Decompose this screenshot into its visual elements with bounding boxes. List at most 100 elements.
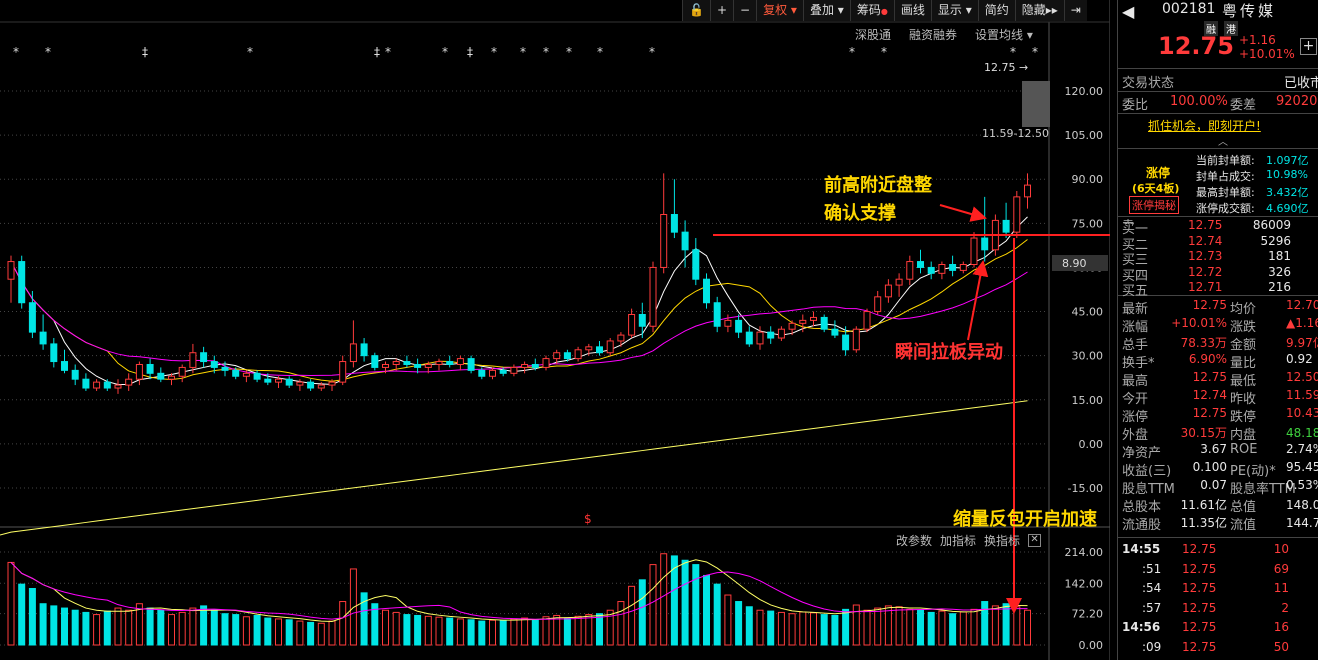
event-marker[interactable]: ‡: [142, 45, 148, 59]
volume-bar: [189, 607, 197, 646]
hide-button[interactable]: 隐藏▸▸: [1014, 0, 1064, 21]
tick-volume: 50: [1273, 639, 1289, 654]
volume-bar: [232, 614, 240, 646]
display-button[interactable]: 显示 ▾: [930, 0, 978, 21]
edit-params-button[interactable]: 改参数: [896, 532, 932, 549]
volume-bar: [221, 613, 229, 646]
price-axis-label: 120.00: [1065, 85, 1104, 98]
volume-bar: [339, 601, 347, 646]
bid-level-volume: 86009: [1252, 218, 1291, 232]
kline-chart-area[interactable]: 120.00105.0090.0075.0060.0045.0030.0015.…: [0, 0, 1110, 660]
volume-bar: [456, 618, 464, 646]
tick-price: 12.75: [1182, 639, 1217, 654]
bid-level-price: 12.73: [1188, 249, 1223, 263]
event-marker[interactable]: *: [649, 45, 655, 59]
stat-label: 昨收: [1230, 392, 1257, 407]
stat-label: 均价: [1230, 302, 1257, 317]
quote-panel: ◀ 002181 粤传媒 融 港 12.75 +1.16 +10.01% + 交…: [1117, 0, 1318, 660]
candle-body: [735, 319, 743, 333]
candle-body: [28, 302, 36, 333]
volume-bar: [553, 614, 561, 646]
volume-bar: [317, 622, 325, 646]
adjust-button[interactable]: 复权 ▾: [756, 0, 803, 21]
stat-value: 0.53%: [1286, 478, 1318, 492]
hide-label: 隐藏: [1021, 3, 1046, 17]
event-marker[interactable]: ‡: [374, 45, 380, 59]
volume-bar: [435, 616, 443, 646]
hk-connect-link[interactable]: 深股通: [855, 26, 891, 43]
event-marker[interactable]: *: [1032, 45, 1038, 59]
simple-button[interactable]: 简约: [977, 0, 1015, 21]
limit-up-secret-button[interactable]: 涨停揭秘: [1129, 196, 1179, 214]
event-marker[interactable]: *: [442, 45, 448, 59]
event-marker[interactable]: *: [491, 45, 497, 59]
stat-label: 跌停: [1230, 410, 1257, 425]
ma-settings-link[interactable]: 设置均线 ▾: [975, 26, 1033, 43]
candle-body: [777, 328, 785, 339]
event-marker[interactable]: *: [247, 45, 253, 59]
support-pointer-arrow: [939, 204, 987, 222]
exit-icon[interactable]: ⇥: [1063, 0, 1087, 21]
collapse-icon[interactable]: ︿: [1218, 133, 1228, 148]
candle-body: [756, 331, 764, 345]
event-marker[interactable]: *: [13, 45, 19, 59]
zoom-in-button[interactable]: +: [709, 0, 734, 21]
event-marker[interactable]: *: [45, 45, 51, 59]
stock-name: 粤传媒: [1222, 2, 1277, 20]
draw-button[interactable]: 画线: [893, 0, 931, 21]
lock-icon[interactable]: 🔓: [682, 0, 710, 21]
event-marker[interactable]: *: [849, 45, 855, 59]
candle-body: [810, 316, 817, 321]
volume-bar: [713, 583, 721, 646]
overlay-button[interactable]: 叠加 ▾: [802, 0, 850, 21]
indicator-bar: 改参数 加指标 换指标 ✕: [896, 532, 1042, 549]
candle-body: [82, 378, 90, 389]
volume-bar: [28, 588, 36, 646]
last-price-tag: 12.75: [984, 61, 1016, 74]
candle-body: [435, 361, 443, 365]
event-marker[interactable]: *: [566, 45, 572, 59]
volume-bar: [103, 610, 111, 646]
ma-settings-label: 设置均线: [975, 28, 1024, 42]
back-arrow-icon[interactable]: ◀: [1122, 2, 1134, 21]
stat-value: 9.97亿: [1286, 336, 1318, 350]
price-axis-label: -15.00: [1068, 482, 1103, 495]
stat-label: 金额: [1230, 338, 1257, 353]
limit-up-days: (6天4板): [1132, 182, 1180, 195]
stat-value: 48.18万: [1286, 426, 1318, 440]
stat-label: 总值: [1230, 500, 1257, 515]
volume-bar: [628, 585, 636, 646]
switch-indicator-button[interactable]: 换指标: [984, 532, 1020, 549]
margin-trading-link[interactable]: 融资融券: [909, 26, 957, 43]
volume-axis-label: 142.00: [1065, 577, 1104, 590]
event-marker[interactable]: *: [543, 45, 549, 59]
chips-button[interactable]: 筹码●: [849, 0, 894, 21]
volume-bar: [424, 615, 432, 646]
add-indicator-button[interactable]: 加指标: [940, 532, 976, 549]
candle-body: [339, 361, 347, 383]
volume-bar: [392, 611, 400, 646]
volume-bar: [93, 614, 101, 646]
stat-value: 12.50: [1286, 370, 1318, 384]
bid-ratio: 100.00%: [1170, 94, 1228, 109]
event-marker[interactable]: ‡: [467, 45, 473, 59]
open-account-link[interactable]: 抓住机会，即刻开户!: [1148, 117, 1261, 134]
stat-label: ROE: [1230, 442, 1258, 457]
candle-body: [275, 378, 282, 383]
event-marker[interactable]: *: [597, 45, 603, 59]
event-marker[interactable]: *: [881, 45, 887, 59]
event-marker[interactable]: *: [1010, 45, 1016, 59]
zoom-out-button[interactable]: −: [733, 0, 757, 21]
add-watchlist-button[interactable]: +: [1300, 38, 1317, 55]
volume-bar: [521, 617, 529, 646]
seal-stat-label: 封单占成交:: [1196, 170, 1255, 183]
volume-bar: [895, 606, 903, 646]
candle-body: [221, 366, 229, 371]
volume-bar: [542, 616, 550, 646]
candle-body: [242, 372, 250, 377]
stat-value: 95.45: [1286, 460, 1318, 474]
close-icon[interactable]: ✕: [1028, 534, 1042, 547]
event-marker[interactable]: *: [385, 45, 391, 59]
event-marker[interactable]: *: [520, 45, 526, 59]
volume-bar: [906, 608, 914, 646]
